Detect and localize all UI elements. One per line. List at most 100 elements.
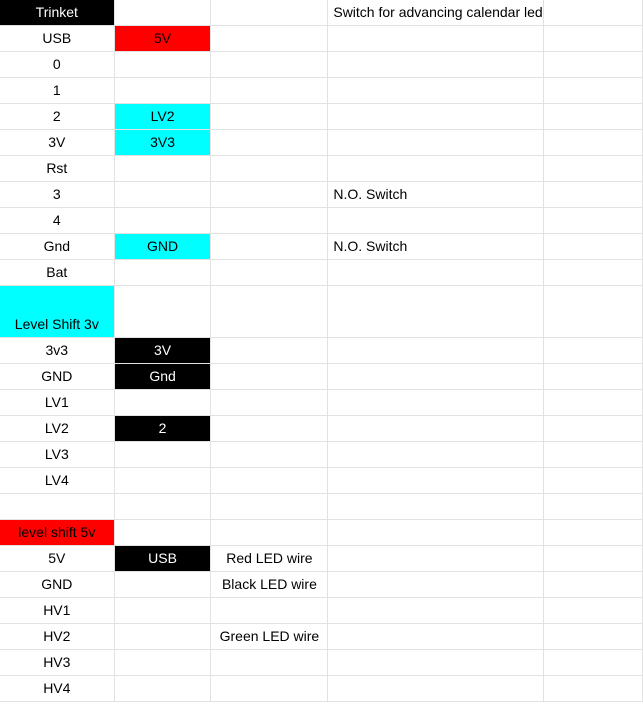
grid-cell-1[interactable]: HV1: [0, 597, 115, 624]
grid-cell-4[interactable]: [327, 103, 544, 130]
grid-cell-1[interactable]: HV3: [0, 649, 115, 676]
grid-cell-3[interactable]: [210, 415, 329, 442]
grid-cell-4[interactable]: [327, 51, 544, 78]
grid-cell-1[interactable]: Bat: [0, 259, 115, 286]
grid-cell-1[interactable]: LV2: [0, 415, 115, 442]
grid-cell-5[interactable]: [543, 51, 643, 78]
grid-cell-4[interactable]: [327, 675, 544, 702]
grid-cell-5[interactable]: [543, 623, 643, 650]
grid-cell-5[interactable]: [543, 597, 643, 624]
grid-cell-1[interactable]: 3: [0, 181, 115, 208]
grid-cell-4[interactable]: [327, 545, 544, 572]
grid-cell-1[interactable]: 3V: [0, 129, 115, 156]
grid-cell-4[interactable]: N.O. Switch: [327, 181, 544, 208]
grid-cell-1[interactable]: HV4: [0, 675, 115, 702]
grid-cell-5[interactable]: [543, 571, 643, 598]
grid-cell-5[interactable]: [543, 155, 643, 182]
grid-cell-3[interactable]: [210, 233, 329, 260]
grid-cell-2[interactable]: [114, 597, 212, 624]
grid-cell-1[interactable]: Trinket: [0, 0, 115, 26]
grid-cell-3[interactable]: [210, 77, 329, 104]
grid-cell-2[interactable]: [114, 51, 212, 78]
grid-cell-2[interactable]: 5V: [114, 25, 212, 52]
grid-cell-5[interactable]: [543, 25, 643, 52]
grid-cell-2[interactable]: [114, 181, 212, 208]
grid-cell-4[interactable]: [327, 467, 544, 494]
grid-cell-1[interactable]: GND: [0, 363, 115, 390]
grid-cell-4[interactable]: [327, 129, 544, 156]
grid-cell-5[interactable]: [543, 337, 643, 364]
grid-cell-2[interactable]: [114, 519, 212, 546]
grid-cell-1[interactable]: 2: [0, 103, 115, 130]
grid-cell-5[interactable]: [543, 441, 643, 468]
grid-cell-4[interactable]: [327, 493, 544, 520]
grid-cell-3[interactable]: [210, 25, 329, 52]
grid-cell-3[interactable]: [210, 389, 329, 416]
grid-cell-1[interactable]: 5V: [0, 545, 115, 572]
grid-cell-4[interactable]: [327, 337, 544, 364]
grid-cell-3[interactable]: [210, 493, 329, 520]
grid-cell-1[interactable]: level shift 5v: [0, 519, 115, 546]
grid-cell-3[interactable]: [210, 51, 329, 78]
grid-cell-4[interactable]: [327, 415, 544, 442]
grid-cell-2[interactable]: 2: [114, 415, 212, 442]
grid-cell-1[interactable]: LV3: [0, 441, 115, 468]
grid-cell-3[interactable]: [210, 441, 329, 468]
grid-cell-5[interactable]: [543, 493, 643, 520]
grid-cell-4[interactable]: [327, 571, 544, 598]
grid-cell-4[interactable]: [327, 441, 544, 468]
grid-cell-4[interactable]: N.O. Switch: [327, 233, 544, 260]
grid-cell-5[interactable]: [543, 363, 643, 390]
grid-cell-3[interactable]: [210, 259, 329, 286]
grid-cell-5[interactable]: [543, 77, 643, 104]
grid-cell-3[interactable]: [210, 0, 329, 26]
grid-cell-2[interactable]: [114, 467, 212, 494]
grid-cell-2[interactable]: USB: [114, 545, 212, 572]
grid-cell-4[interactable]: [327, 519, 544, 546]
grid-cell-5[interactable]: [543, 519, 643, 546]
grid-cell-4[interactable]: [327, 363, 544, 390]
grid-cell-4[interactable]: [327, 25, 544, 52]
grid-cell-4[interactable]: [327, 155, 544, 182]
grid-cell-5[interactable]: [543, 389, 643, 416]
grid-cell-2[interactable]: Gnd: [114, 363, 212, 390]
grid-cell-4[interactable]: [327, 597, 544, 624]
grid-cell-1[interactable]: [0, 493, 115, 520]
grid-cell-4[interactable]: [327, 207, 544, 234]
grid-cell-5[interactable]: [543, 259, 643, 286]
grid-cell-1[interactable]: 0: [0, 51, 115, 78]
grid-cell-1[interactable]: USB: [0, 25, 115, 52]
grid-cell-3[interactable]: [210, 597, 329, 624]
grid-cell-2[interactable]: [114, 285, 212, 338]
grid-cell-2[interactable]: [114, 0, 212, 26]
grid-cell-1[interactable]: Rst: [0, 155, 115, 182]
grid-cell-4[interactable]: Switch for advancing calendar led: [327, 0, 544, 26]
grid-cell-1[interactable]: Gnd: [0, 233, 115, 260]
grid-cell-4[interactable]: [327, 259, 544, 286]
grid-cell-1[interactable]: LV4: [0, 467, 115, 494]
grid-cell-3[interactable]: [210, 337, 329, 364]
grid-cell-3[interactable]: [210, 467, 329, 494]
grid-cell-5[interactable]: [543, 233, 643, 260]
grid-cell-2[interactable]: LV2: [114, 103, 212, 130]
grid-cell-3[interactable]: [210, 649, 329, 676]
grid-cell-2[interactable]: [114, 649, 212, 676]
grid-cell-5[interactable]: [543, 285, 643, 338]
grid-cell-5[interactable]: [543, 467, 643, 494]
grid-cell-1[interactable]: LV1: [0, 389, 115, 416]
grid-cell-2[interactable]: [114, 77, 212, 104]
grid-cell-2[interactable]: [114, 389, 212, 416]
grid-cell-2[interactable]: 3V3: [114, 129, 212, 156]
grid-cell-2[interactable]: [114, 259, 212, 286]
grid-cell-2[interactable]: [114, 207, 212, 234]
grid-cell-5[interactable]: [543, 649, 643, 676]
grid-cell-2[interactable]: GND: [114, 233, 212, 260]
grid-cell-2[interactable]: 3V: [114, 337, 212, 364]
grid-cell-3[interactable]: [210, 675, 329, 702]
grid-cell-1[interactable]: 3v3: [0, 337, 115, 364]
grid-cell-5[interactable]: [543, 103, 643, 130]
grid-cell-5[interactable]: [543, 675, 643, 702]
grid-cell-5[interactable]: [543, 129, 643, 156]
grid-cell-3[interactable]: [210, 129, 329, 156]
grid-cell-1[interactable]: 4: [0, 207, 115, 234]
